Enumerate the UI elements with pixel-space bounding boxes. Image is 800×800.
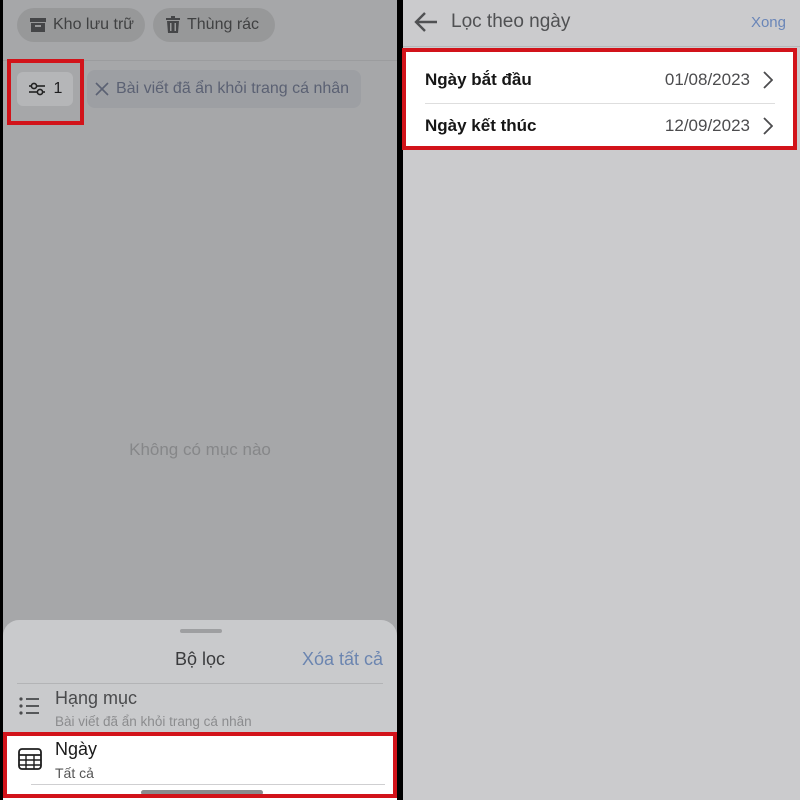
end-date-row[interactable]: Ngày kết thúc 12/09/2023: [403, 103, 797, 149]
divider: [17, 683, 383, 684]
archive-label: Kho lưu trữ: [53, 16, 135, 33]
start-date-row[interactable]: Ngày bắt đầu 01/08/2023: [403, 57, 797, 103]
trash-label: Thùng rác: [187, 16, 260, 33]
left-panel: Kho lưu trữ Thùng rác 1 Bài viết đã ẩn k…: [3, 0, 397, 800]
active-filter-label: Bài viết đã ẩn khỏi trang cá nhân: [116, 80, 350, 97]
trash-icon: [166, 16, 180, 33]
calendar-icon: [18, 748, 42, 770]
archive-icon: [30, 18, 46, 32]
back-arrow-icon[interactable]: [413, 10, 439, 34]
date-title: Ngày: [55, 739, 98, 759]
filter-sheet: Bộ lọc Xóa tất cả Hạng mục Bài viết đã ẩ…: [3, 620, 397, 800]
right-panel: Lọc theo ngày Xong Ngày bắt đầu 01/08/20…: [403, 0, 800, 800]
divider: [403, 46, 800, 47]
divider: [31, 784, 385, 785]
trash-chip[interactable]: Thùng rác: [153, 8, 275, 42]
clear-all-button[interactable]: Xóa tất cả: [302, 649, 383, 670]
date-value: Tất cả: [55, 765, 94, 781]
end-date-value: 12/09/2023: [664, 116, 750, 135]
sliders-icon: [28, 82, 45, 96]
home-indicator: [141, 790, 263, 795]
category-value: Bài viết đã ẩn khỏi trang cá nhân: [55, 714, 252, 729]
empty-message: Không có mục nào: [129, 440, 271, 459]
sheet-handle[interactable]: [180, 629, 222, 633]
chevron-right-icon: [763, 71, 773, 89]
divider: [3, 60, 397, 61]
active-filter-chip[interactable]: Bài viết đã ẩn khỏi trang cá nhân: [87, 70, 361, 108]
end-date-label: Ngày kết thúc: [425, 116, 537, 135]
filter-count: 1: [53, 80, 63, 97]
done-button[interactable]: Xong: [751, 14, 786, 31]
filter-button[interactable]: 1: [17, 72, 73, 106]
page-title: Lọc theo ngày: [451, 11, 571, 32]
archive-chip[interactable]: Kho lưu trữ: [17, 8, 145, 42]
date-range-card: Ngày bắt đầu 01/08/2023 Ngày kết thúc 12…: [403, 50, 797, 150]
list-icon: [19, 697, 39, 715]
start-date-value: 01/08/2023: [664, 70, 750, 89]
filter-row-category[interactable]: Hạng mục Bài viết đã ẩn khỏi trang cá nh…: [3, 686, 397, 730]
chevron-right-icon: [763, 117, 773, 135]
category-title: Hạng mục: [55, 688, 138, 708]
start-date-label: Ngày bắt đầu: [425, 70, 532, 89]
filter-row-date[interactable]: Ngày Tất cả: [3, 734, 397, 800]
close-icon[interactable]: [95, 82, 109, 96]
